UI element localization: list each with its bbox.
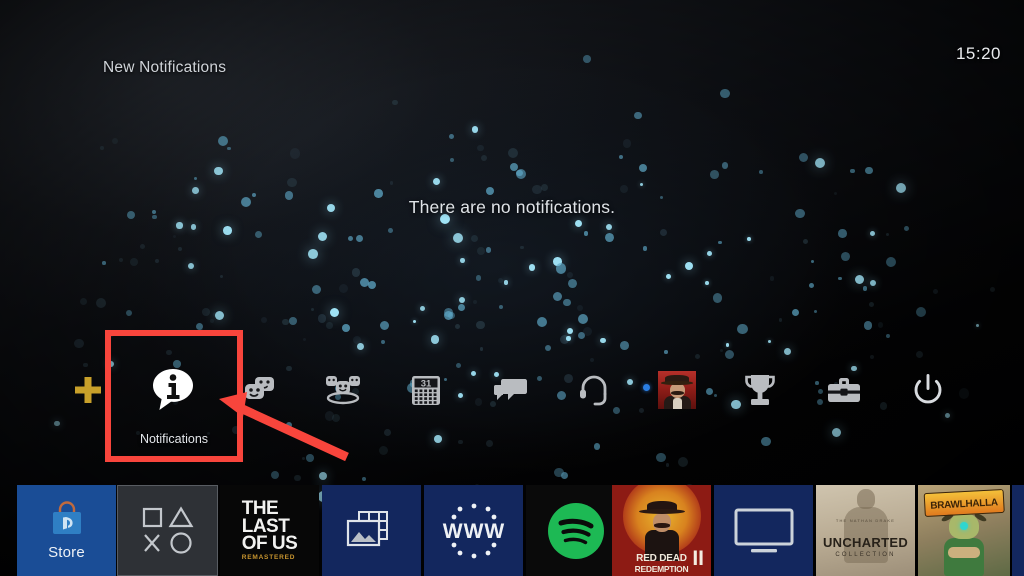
brawlhalla-character: [938, 512, 990, 576]
message-icon: [493, 376, 527, 404]
store-bag-icon: [52, 500, 81, 534]
power-icon: [913, 374, 943, 406]
svg-text:WWW: WWW: [442, 520, 504, 543]
function-icon-party[interactable]: [311, 358, 375, 422]
function-icon-messages[interactable]: [478, 358, 542, 422]
game-tile-browser[interactable]: WWW: [424, 485, 523, 576]
rdr-cover-art: [638, 501, 685, 561]
game-tile-media[interactable]: [322, 485, 421, 576]
function-icon-trophies[interactable]: [728, 358, 792, 422]
tlou-subtitle: REMASTERED: [241, 553, 296, 561]
trophy-icon: [744, 373, 776, 407]
game-tile-last-of-us[interactable]: THE LAST OF US REMASTERED: [220, 485, 319, 576]
tv-video-icon: [734, 508, 793, 552]
function-icon-events[interactable]: 31: [394, 358, 458, 422]
uncharted-subtitle: COLLECTION: [835, 552, 896, 558]
game-tile-rdr2[interactable]: RED DEAD REDEMPTION II: [612, 485, 711, 576]
system-clock: 15:20: [955, 44, 1001, 63]
game-tile-uncharted[interactable]: THE NATHAN DRAKE UNCHARTED COLLECTION: [816, 485, 915, 576]
online-status-dot: [643, 384, 650, 391]
game-tile-row: Store THE LAST OF US REMASTERED WWW RED DEAD RE…: [0, 485, 1024, 576]
game-tile-next[interactable]: [1012, 485, 1024, 576]
avatar: [658, 371, 696, 409]
brawlhalla-title: BRAWLHALLA: [923, 488, 1005, 518]
highlight-box-notifications: [105, 330, 243, 462]
party-icon: [325, 375, 361, 405]
spotify-icon: [547, 502, 604, 559]
uncharted-title: UNCHARTED: [822, 535, 909, 550]
ps-home-screen: New Notifications 15:20 There are no not…: [0, 0, 1024, 576]
game-tile-store[interactable]: Store: [17, 485, 116, 576]
toolbox-icon: [827, 376, 861, 404]
svg-text:31: 31: [421, 379, 432, 390]
plus-icon: [73, 375, 103, 405]
tlou-title: THE LAST OF US: [241, 498, 298, 555]
page-title: New Notifications: [103, 59, 227, 76]
game-tile-spotify[interactable]: [526, 485, 625, 576]
empty-state-message: There are no notifications.: [408, 197, 616, 217]
uncharted-eyebrow: THE NATHAN DRAKE: [835, 518, 896, 523]
game-tile-brawlhalla[interactable]: BRAWLHALLA: [918, 485, 1010, 576]
game-tile-library[interactable]: [117, 485, 218, 576]
library-shapes-icon: [142, 505, 193, 554]
rdr-numeral: II: [692, 547, 704, 570]
media-gallery-icon: [346, 510, 388, 546]
game-tile-tv[interactable]: [714, 485, 813, 576]
store-tile-label: Store: [48, 543, 85, 561]
function-icon-tournaments[interactable]: [562, 358, 626, 422]
headset-icon: [579, 374, 609, 406]
browser-www-icon: WWW: [442, 503, 504, 558]
function-icon-settings[interactable]: [812, 358, 876, 422]
function-icon-power[interactable]: [896, 358, 960, 422]
function-icon-profile[interactable]: [643, 358, 709, 422]
calendar-icon: 31: [411, 374, 441, 406]
friends-icon: [244, 376, 276, 404]
